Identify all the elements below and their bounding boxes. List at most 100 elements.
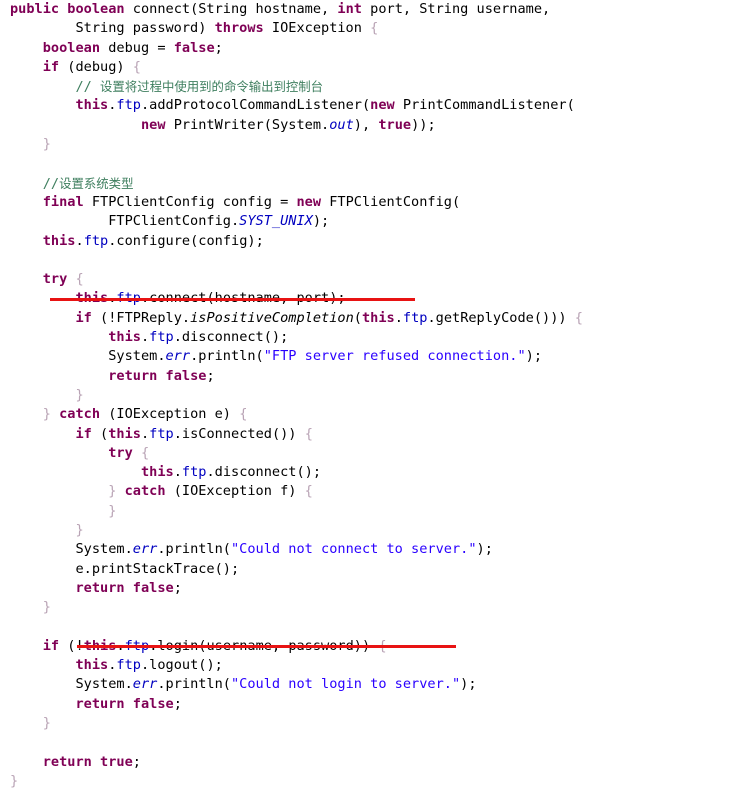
code-line[interactable]: try { xyxy=(0,270,737,289)
code-token: { xyxy=(140,444,150,461)
code-token: } xyxy=(42,406,51,423)
code-token: catch xyxy=(59,406,101,423)
code-token: ); xyxy=(476,541,493,558)
code-line[interactable]: this.ftp.configure(config); xyxy=(0,232,737,251)
code-line[interactable]: this.ftp.addProtocolCommandListener(new … xyxy=(0,96,737,115)
code-line[interactable]: } xyxy=(0,598,737,617)
code-line[interactable]: final FTPClientConfig config = new FTPCl… xyxy=(0,193,737,212)
code-token: .addProtocolCommandListener( xyxy=(140,97,371,114)
code-token: ftp xyxy=(116,657,141,674)
code-line[interactable]: if (this.ftp.isConnected()) { xyxy=(0,425,737,444)
code-token: ), xyxy=(353,116,379,133)
code-line[interactable]: this.ftp.disconnect(); xyxy=(0,328,737,347)
code-line[interactable]: } xyxy=(0,135,737,154)
code-line[interactable]: try { xyxy=(0,444,737,463)
code-line[interactable]: System.err.println("Could not login to s… xyxy=(0,675,737,694)
code-line[interactable]: } xyxy=(0,714,737,733)
code-line[interactable]: } xyxy=(0,386,737,405)
code-line[interactable]: } catch (IOException e) { xyxy=(0,405,737,424)
code-token: { xyxy=(75,271,84,288)
code-line[interactable]: public boolean connect(String hostname, … xyxy=(0,0,737,19)
code-token: . xyxy=(140,329,150,346)
code-line[interactable]: this.ftp.disconnect(); xyxy=(0,463,737,482)
code-line[interactable]: FTPClientConfig.SYST_UNIX); xyxy=(0,212,737,231)
code-line[interactable]: if (!FTPReply.isPositiveCompletion(this.… xyxy=(0,309,737,328)
code-line[interactable] xyxy=(0,733,737,752)
code-token: .isConnected()) xyxy=(173,425,305,442)
code-token: this xyxy=(140,464,174,481)
code-line[interactable]: } xyxy=(0,772,737,791)
code-line[interactable] xyxy=(0,251,737,270)
code-token: e.printStackTrace(); xyxy=(10,560,240,577)
code-listing[interactable]: public boolean connect(String hostname, … xyxy=(0,0,737,790)
code-line[interactable]: if (debug) { xyxy=(0,58,737,77)
code-line[interactable] xyxy=(0,154,737,173)
code-token: final xyxy=(42,193,84,210)
code-line[interactable]: System.err.println("Could not connect to… xyxy=(0,540,737,559)
code-line[interactable]: e.printStackTrace(); xyxy=(0,560,737,579)
code-line[interactable]: new PrintWriter(System.out), true)); xyxy=(0,116,737,135)
code-token: this xyxy=(75,97,109,114)
code-line[interactable]: this.ftp.logout(); xyxy=(0,656,737,675)
code-token: .disconnect(); xyxy=(206,464,322,481)
code-token: ; xyxy=(173,579,182,596)
code-token: System. xyxy=(10,541,133,558)
code-token: ftp xyxy=(149,425,174,442)
code-line[interactable]: } xyxy=(0,502,737,521)
code-token: boolean xyxy=(42,39,101,56)
code-token: debug = xyxy=(100,39,174,56)
code-token: // xyxy=(42,175,60,192)
code-token: try xyxy=(108,444,133,461)
code-line[interactable] xyxy=(0,618,737,637)
code-line[interactable]: return false; xyxy=(0,695,737,714)
code-token: this xyxy=(42,232,76,249)
code-token: false xyxy=(132,579,174,596)
code-line[interactable]: } xyxy=(0,521,737,540)
code-line[interactable]: // 设置将过程中使用到的命令输出到控制台 xyxy=(0,77,737,96)
code-line[interactable]: return true; xyxy=(0,753,737,772)
code-line[interactable]: } catch (IOException f) { xyxy=(0,482,737,501)
code-line[interactable]: return false; xyxy=(0,579,737,598)
code-token: . xyxy=(173,464,182,481)
code-line[interactable]: return false; xyxy=(0,367,737,386)
code-line[interactable]: boolean debug = false; xyxy=(0,39,737,58)
code-token: err xyxy=(132,676,158,693)
code-token: err xyxy=(165,348,191,365)
code-token: throws xyxy=(214,20,264,37)
code-line[interactable]: String password) throws IOException { xyxy=(0,19,737,38)
code-token: false xyxy=(165,367,207,384)
code-token: this xyxy=(108,425,141,442)
code-token: return xyxy=(75,579,125,596)
code-line[interactable]: System.err.println("FTP server refused c… xyxy=(0,347,737,366)
code-token: } xyxy=(108,502,117,519)
code-token: PrintCommandListener( xyxy=(394,97,575,114)
code-token: } xyxy=(75,522,84,539)
code-token: ; xyxy=(206,367,215,384)
code-line[interactable]: //设置系统类型 xyxy=(0,174,737,193)
code-token: } xyxy=(75,386,84,403)
code-token: FTPClientConfig( xyxy=(321,193,461,210)
code-token: { xyxy=(239,406,248,423)
code-token: .println( xyxy=(157,676,231,693)
code-token: SYST_UNIX xyxy=(239,213,313,230)
code-token: port, String username, xyxy=(361,1,551,17)
code-token: . xyxy=(75,232,84,249)
code-token: new xyxy=(296,193,322,210)
code-token: "Could not connect to server." xyxy=(231,541,477,558)
